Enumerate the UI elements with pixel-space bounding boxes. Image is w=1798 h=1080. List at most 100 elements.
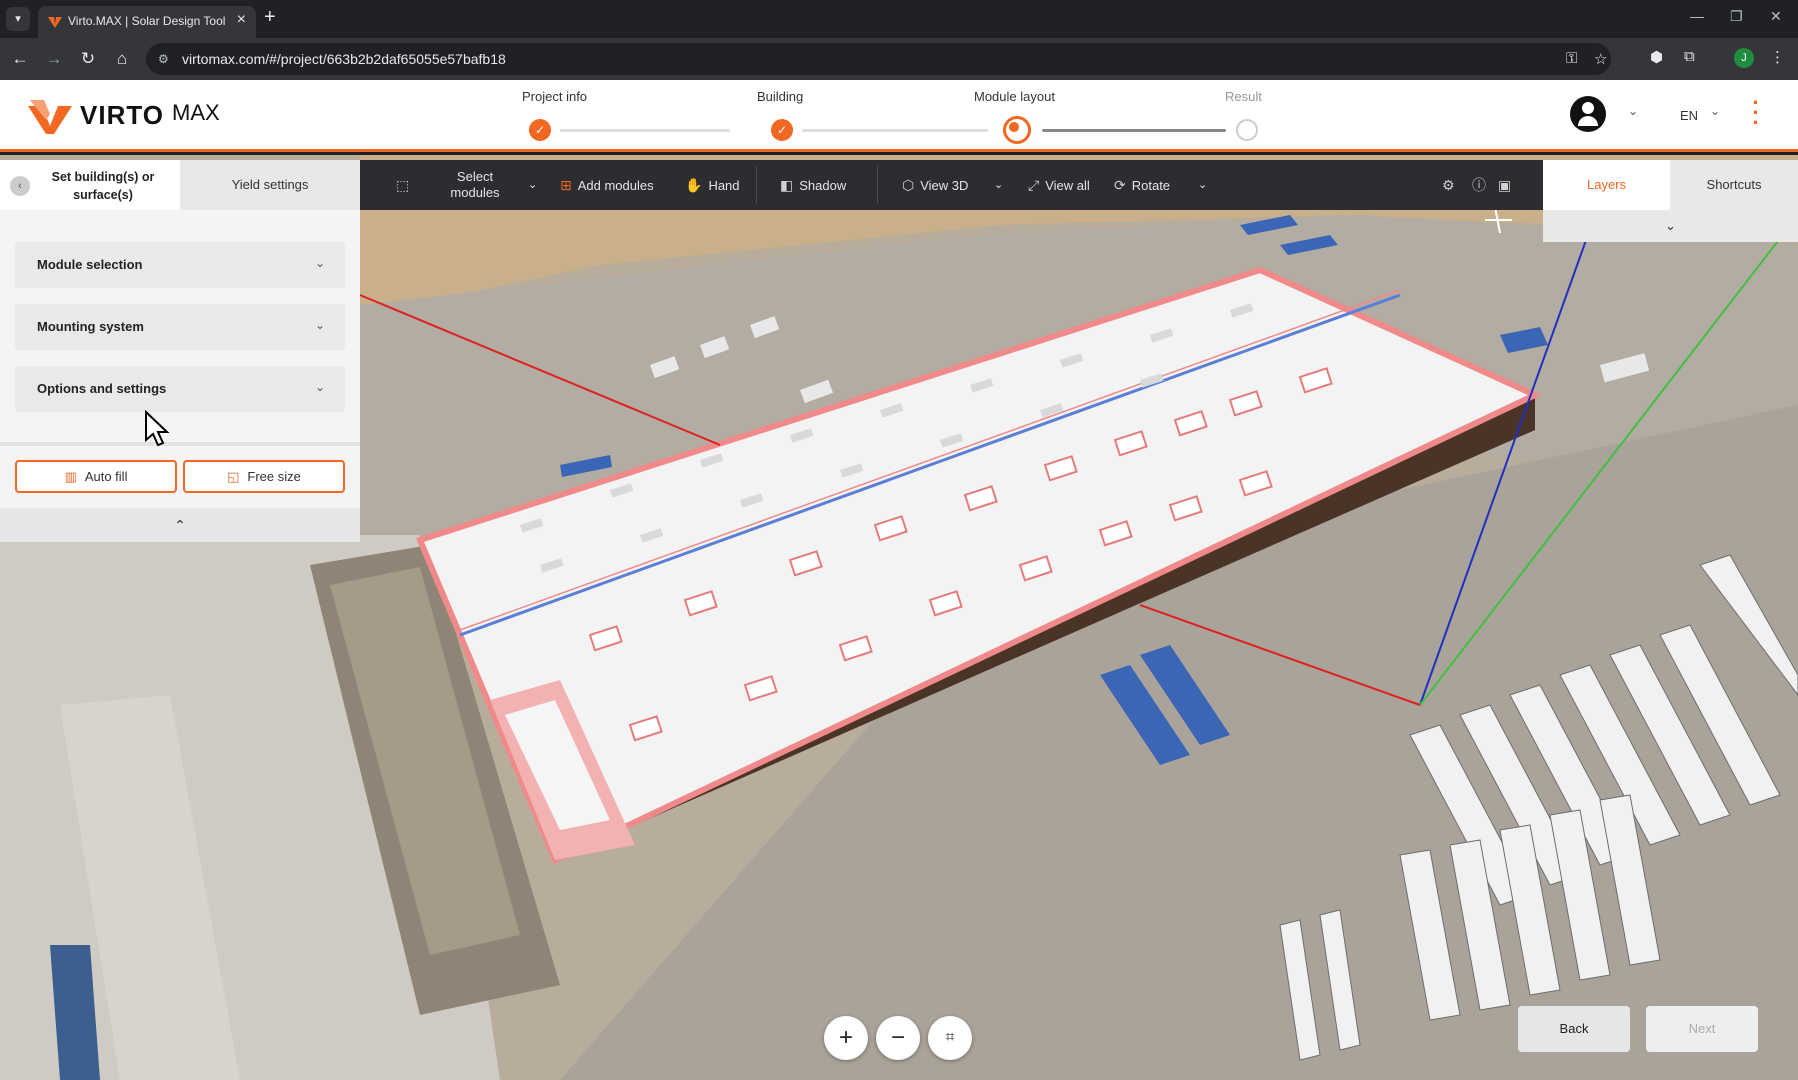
add-modules-label: Add modules [577, 177, 654, 193]
bookmark-star-icon[interactable]: ☆ [1594, 50, 1607, 68]
select-modules-button[interactable]: Select modules [438, 160, 512, 210]
next-button[interactable]: Next [1646, 1006, 1758, 1052]
hand-label: Hand [708, 177, 740, 193]
chevron-down-icon: ⌄ [314, 380, 325, 394]
accordion-mounting-system[interactable]: Mounting system ⌄ [15, 304, 345, 350]
view-3d-button[interactable]: ⬡ View 3D [902, 160, 968, 210]
view-3d-label: View 3D [920, 177, 969, 193]
user-avatar-icon[interactable] [1570, 96, 1606, 132]
step-connector [1042, 129, 1226, 132]
more-menu-icon[interactable]: · · · [1750, 92, 1762, 134]
auto-fill-label: Auto fill [84, 469, 128, 484]
address-bar[interactable]: ⚙ virtomax.com/#/project/663b2b2daf65055… [146, 43, 1611, 75]
toolbar-divider [877, 166, 878, 204]
restore-icon[interactable]: ❐ [1730, 8, 1743, 25]
zoom-out-button[interactable]: − [876, 1016, 920, 1060]
tab-set-building-label: Set building(s) or surface(s) [51, 170, 155, 202]
tab-yield-settings[interactable]: Yield settings [180, 160, 360, 210]
virtomax-favicon-icon [48, 17, 62, 28]
step-building-check-icon[interactable]: ✓ [771, 119, 793, 141]
browser-tab-title: Virto.MAX | Solar Design Tool [68, 14, 226, 28]
chevron-left-icon[interactable]: ‹ [10, 176, 30, 196]
rotate-90-icon: ⟳ [1114, 176, 1126, 193]
tab-shortcuts[interactable]: Shortcuts [1670, 160, 1798, 210]
home-icon[interactable]: ⌂ [110, 47, 134, 71]
browser-tab-active[interactable]: Virto.MAX | Solar Design Tool × [38, 6, 256, 38]
browser-toolbar: ← → ↻ ⌂ ⚙ virtomax.com/#/project/663b2b2… [0, 38, 1798, 80]
tab-list-button[interactable]: ▾ [6, 7, 30, 31]
chevron-down-icon[interactable]: ⌄ [528, 178, 537, 191]
chevron-down-icon[interactable]: ⌄ [1628, 104, 1638, 118]
step-module-layout-label: Module layout [974, 89, 1055, 104]
browser-tab-bar: ▾ Virto.MAX | Solar Design Tool × + — ❐ … [0, 0, 1798, 38]
language-selector[interactable]: EN [1680, 108, 1698, 123]
toolbar-divider [756, 166, 757, 204]
step-connector [560, 129, 730, 132]
step-result-pending-icon[interactable] [1236, 119, 1258, 141]
tab-layers[interactable]: Layers [1543, 160, 1670, 210]
collapse-panel-button[interactable]: ⌃ [0, 508, 360, 542]
free-size-label: Free size [247, 469, 301, 484]
hand-tool-button[interactable]: ✋ Hand [685, 160, 740, 210]
select-modules-label: Select modules [450, 169, 500, 200]
chevron-down-icon[interactable]: ⌄ [1198, 178, 1207, 191]
screenshot-camera-icon[interactable]: ⌗ [928, 1016, 972, 1060]
shadow-icon: ◧ [780, 176, 794, 193]
hand-icon: ✋ [685, 176, 703, 193]
rotate-button[interactable]: ⟳ Rotate [1114, 160, 1170, 210]
minimize-icon[interactable]: — [1690, 8, 1704, 24]
site-info-icon[interactable]: ⚙ [158, 51, 174, 67]
accordion-module-selection[interactable]: Module selection ⌄ [15, 242, 345, 288]
step-project-info-label: Project info [522, 89, 588, 104]
select-modules-tool[interactable]: ⬚ [396, 160, 409, 210]
reload-icon[interactable]: ↻ [76, 47, 100, 71]
view-all-label: View all [1045, 177, 1090, 193]
forward-arrow-icon[interactable]: → [42, 47, 66, 71]
expand-icon: ⤢ [1028, 176, 1040, 193]
auto-fill-icon: ▥ [64, 468, 77, 484]
virtomax-logo-icon[interactable] [28, 96, 78, 136]
view-all-button[interactable]: ⤢ View all [1028, 160, 1090, 210]
accordion-label: Mounting system [37, 319, 144, 334]
auto-fill-button[interactable]: ▥ Auto fill [15, 460, 177, 493]
new-tab-icon[interactable]: + [264, 6, 276, 29]
step-connector [802, 129, 988, 132]
shadow-label: Shadow [799, 177, 847, 193]
extensions-puzzle-icon[interactable]: ⧉ [1684, 48, 1695, 65]
step-project-info-check-icon[interactable]: ✓ [529, 119, 551, 141]
free-size-icon: ◱ [227, 468, 240, 484]
tab-set-building[interactable]: ‹ Set building(s) or surface(s) [0, 160, 180, 210]
chevron-down-icon: ⌄ [314, 256, 325, 270]
browser-menu-icon[interactable]: ⋮ [1770, 48, 1785, 66]
url-text[interactable]: virtomax.com/#/project/663b2b2daf65055e5… [182, 51, 506, 67]
step-result-label: Result [1225, 89, 1262, 104]
accordion-options-settings[interactable]: Options and settings ⌄ [15, 366, 345, 412]
select-cursor-icon: ⬚ [396, 176, 410, 193]
app-header: VIRTO MAX Project info Building Module l… [0, 80, 1798, 152]
zoom-in-button[interactable]: + [824, 1016, 868, 1060]
viewport-toolbar: ⬚ Select modules ⌄ ⊞ Add modules ✋ Hand … [360, 160, 1543, 210]
settings-gear-icon[interactable]: ⚙ [1442, 160, 1455, 210]
close-window-icon[interactable]: ✕ [1770, 8, 1782, 25]
info-icon[interactable]: ⓘ [1472, 160, 1486, 210]
tab-close-icon[interactable]: × [237, 11, 246, 29]
chevron-down-icon[interactable]: ⌄ [1710, 104, 1720, 118]
mouse-cursor-icon [145, 410, 170, 447]
password-key-icon[interactable]: ⚿ [1566, 50, 1577, 67]
panel-divider [0, 442, 360, 446]
step-module-layout-current-icon[interactable] [1003, 116, 1031, 144]
browser-profile-avatar[interactable]: J [1734, 48, 1754, 68]
chevron-down-icon[interactable]: ⌄ [1543, 210, 1798, 242]
accordion-label: Module selection [37, 257, 143, 272]
back-arrow-icon[interactable]: ← [8, 47, 32, 71]
free-size-button[interactable]: ◱ Free size [183, 460, 345, 493]
cube-3d-icon: ⬡ [902, 176, 915, 193]
extension-shield-icon[interactable]: ⬢ [1650, 48, 1663, 66]
save-icon[interactable]: ▣ [1498, 160, 1511, 210]
brand-suffix: MAX [172, 100, 220, 125]
left-settings-panel: ‹ Set building(s) or surface(s) Yield se… [0, 160, 360, 542]
add-modules-button[interactable]: ⊞ Add modules [560, 160, 654, 210]
shadow-button[interactable]: ◧ Shadow [780, 160, 846, 210]
chevron-down-icon[interactable]: ⌄ [994, 178, 1003, 191]
back-button[interactable]: Back [1518, 1006, 1630, 1052]
